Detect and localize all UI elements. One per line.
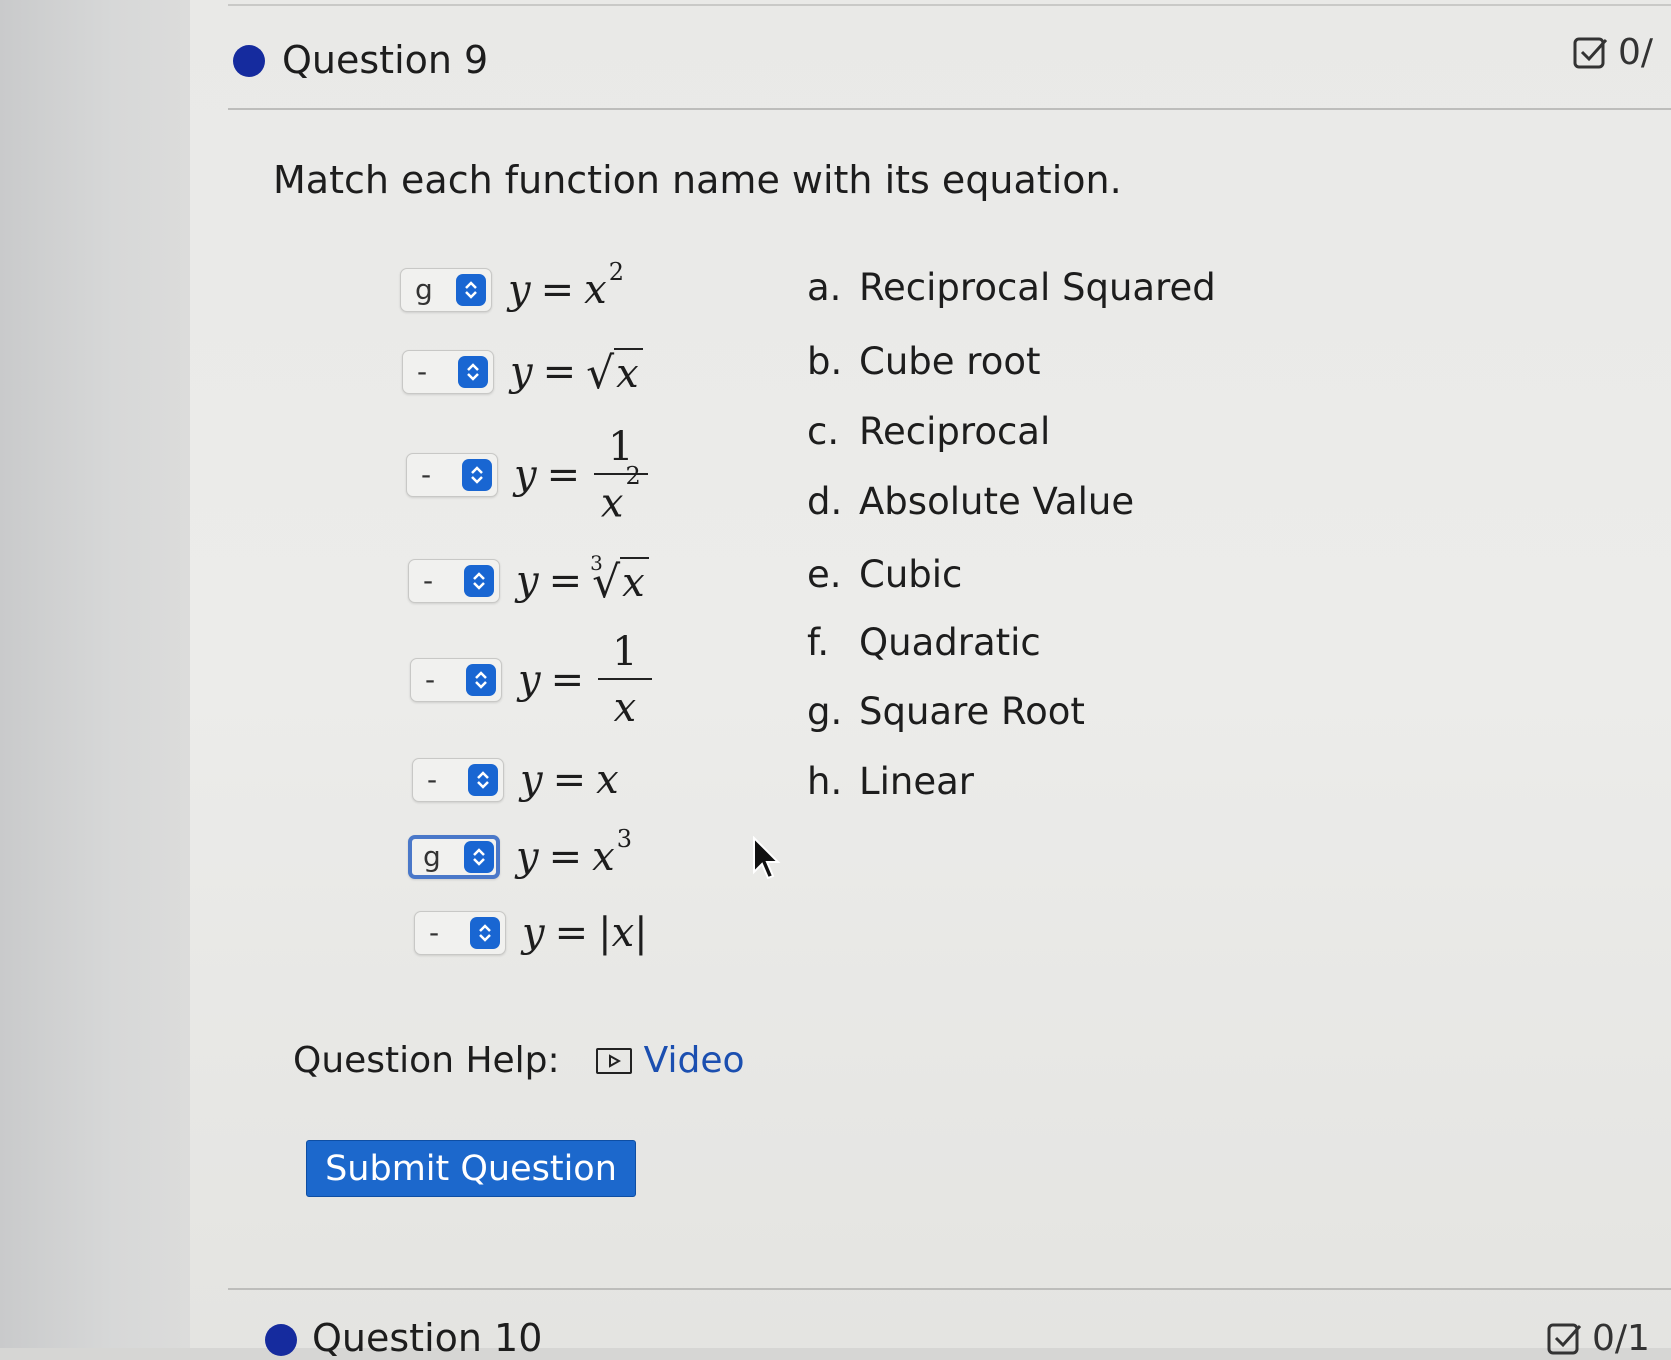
stepper-icon [456, 274, 486, 306]
question-bullet-icon [233, 45, 265, 77]
match-row-7: g y = x 3 [408, 822, 632, 892]
option-f: f. Quadratic [807, 621, 1041, 664]
option-e: e. Cubic [807, 553, 963, 596]
score-check-icon [1547, 1323, 1582, 1354]
score-indicator: 0/ [1572, 32, 1653, 73]
question-help-label: Question Help: [293, 1040, 560, 1081]
question-title: Question 9 [282, 38, 489, 82]
question-10-title: Question 10 [312, 1316, 543, 1360]
question-help: Question Help: Video [293, 1040, 745, 1081]
equation-absolute-value: y = | x | [522, 910, 648, 956]
mouse-cursor-icon [753, 836, 781, 880]
select-value: - [425, 663, 436, 696]
select-value: - [421, 458, 432, 491]
equation-reciprocal: y = 1x [518, 630, 652, 730]
match-select-7[interactable]: g [408, 835, 500, 879]
match-row-2: - y = √ x [402, 337, 643, 407]
equation-linear: y = x [520, 757, 619, 803]
stepper-icon [464, 565, 494, 597]
match-row-3: - y = 1 x2 [406, 420, 648, 530]
header-divider [228, 108, 1671, 110]
option-a: a. Reciprocal Squared [807, 266, 1216, 309]
score-text: 0/1 [1592, 1318, 1650, 1359]
select-value: - [417, 355, 428, 388]
question-bullet-icon [265, 1324, 297, 1356]
option-b: b. Cube root [807, 340, 1041, 383]
match-row-8: - y = | x | [414, 898, 648, 968]
equation-square-root: y = √ x [510, 348, 643, 396]
match-row-6: - y = x [412, 745, 619, 815]
video-help-link[interactable]: Video [644, 1040, 745, 1081]
equation-x-squared: y = x 2 [508, 258, 624, 313]
stepper-icon [468, 764, 498, 796]
question-10-score: 0/1 [1546, 1318, 1650, 1359]
equation-x-cubed: y = x 3 [516, 825, 632, 880]
match-select-4[interactable]: - [408, 559, 500, 603]
top-divider [228, 4, 1671, 6]
submit-question-button[interactable]: Submit Question [306, 1140, 636, 1197]
match-row-4: - y = 3 √ x [408, 546, 649, 616]
equation-cube-root: y = 3 √ x [516, 551, 649, 605]
stepper-icon [462, 459, 492, 491]
select-value: g [423, 840, 441, 873]
match-row-5: - y = 1x [410, 625, 652, 735]
select-value: - [427, 763, 438, 796]
stepper-icon [458, 356, 488, 388]
match-select-3[interactable]: - [406, 453, 498, 497]
match-select-6[interactable]: - [412, 758, 504, 802]
option-d: d. Absolute Value [807, 480, 1135, 523]
match-select-1[interactable]: g [400, 268, 492, 312]
option-h: h. Linear [807, 760, 974, 803]
score-check-icon [1573, 37, 1608, 68]
match-select-2[interactable]: - [402, 350, 494, 394]
stepper-icon [470, 917, 500, 949]
select-value: - [423, 564, 434, 597]
stepper-icon [466, 664, 496, 696]
question-10-divider [228, 1288, 1671, 1290]
score-text: 0/ [1618, 32, 1654, 73]
video-play-icon[interactable] [595, 1047, 632, 1074]
stepper-icon [464, 841, 494, 873]
question-prompt: Match each function name with its equati… [273, 158, 1122, 202]
select-value: g [415, 273, 433, 306]
equation-reciprocal-squared: y = 1 x2 [514, 425, 648, 525]
match-row-1: g y = x 2 [400, 255, 624, 325]
match-select-5[interactable]: - [410, 658, 502, 702]
option-g: g. Square Root [807, 690, 1085, 733]
select-value: - [429, 916, 440, 949]
option-c: c. Reciprocal [807, 410, 1051, 453]
left-sidebar-gutter [0, 0, 190, 1348]
match-select-8[interactable]: - [414, 911, 506, 955]
